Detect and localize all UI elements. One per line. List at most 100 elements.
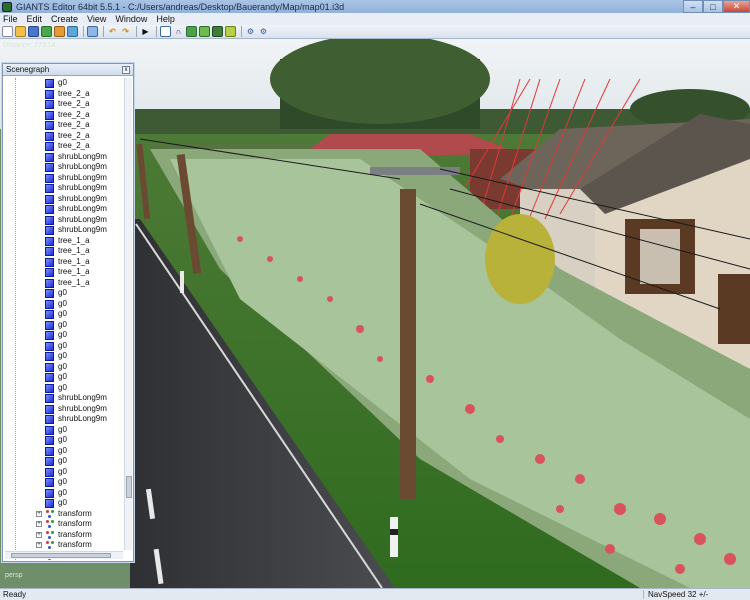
scenegraph-node-label: g0 [58, 298, 67, 308]
redo-icon[interactable]: ↷ [120, 26, 131, 37]
scenegraph-node[interactable]: + transform [5, 540, 122, 551]
scenegraph-node[interactable]: g0 [5, 372, 122, 383]
scenegraph-node[interactable]: g0 [5, 299, 122, 310]
scenegraph-node[interactable]: tree_2_a [5, 110, 122, 121]
select-icon[interactable] [160, 26, 171, 37]
scenegraph-vertical-scrollbar[interactable] [124, 78, 132, 550]
scenegraph-node[interactable]: g0 [5, 320, 122, 331]
shape-cube-icon [45, 247, 54, 256]
scenegraph-node[interactable]: g0 [5, 498, 122, 509]
options-icon[interactable]: ⚙ [245, 26, 256, 37]
close-button[interactable]: ✕ [723, 0, 750, 13]
scenegraph-node[interactable]: g0 [5, 477, 122, 488]
scenegraph-node[interactable]: tree_2_a [5, 141, 122, 152]
scenegraph-node[interactable]: g0 [5, 288, 122, 299]
expand-icon[interactable]: + [36, 531, 42, 538]
scenegraph-node[interactable]: shrubLong9m [5, 393, 122, 404]
scenegraph-node[interactable]: g0 [5, 425, 122, 436]
scenegraph-node[interactable]: shrubLong9m [5, 194, 122, 205]
scenegraph-node[interactable]: g0 [5, 467, 122, 478]
panel-float-button[interactable]: x [122, 66, 130, 74]
scenegraph-node[interactable]: + transform [5, 519, 122, 530]
undo-icon[interactable]: ↶ [107, 26, 118, 37]
expand-icon[interactable]: + [36, 521, 42, 527]
terrain-icon[interactable]: ∩ [173, 26, 184, 37]
transform-icon [45, 540, 55, 550]
menu-view[interactable]: View [87, 14, 106, 24]
scenegraph-node[interactable]: tree_1_a [5, 267, 122, 278]
shape-cube-icon [45, 289, 54, 298]
settings-icon[interactable] [87, 26, 98, 37]
new-file-icon[interactable] [2, 26, 13, 37]
scenegraph-node[interactable]: g0 [5, 488, 122, 499]
scenegraph-node[interactable]: tree_1_a [5, 278, 122, 289]
scenegraph-node[interactable]: g0 [5, 341, 122, 352]
import-icon[interactable] [67, 26, 78, 37]
menu-help[interactable]: Help [156, 14, 175, 24]
scenegraph-node[interactable]: shrubLong9m [5, 173, 122, 184]
scenegraph-node[interactable]: tree_2_a [5, 131, 122, 142]
scenegraph-node[interactable]: shrubLong9m [5, 215, 122, 226]
scenegraph-node[interactable]: shrubLong9m [5, 162, 122, 173]
scenegraph-node-label: shrubLong9m [58, 193, 107, 203]
scrollbar-thumb[interactable] [126, 476, 132, 498]
scenegraph-node[interactable]: shrubLong9m [5, 204, 122, 215]
scenegraph-node[interactable]: tree_1_a [5, 246, 122, 257]
reload-icon[interactable] [41, 26, 52, 37]
navigate-icon[interactable] [225, 26, 236, 37]
menu-edit[interactable]: Edit [27, 14, 43, 24]
scenegraph-node[interactable]: + transform [5, 530, 122, 541]
expand-icon[interactable]: + [36, 510, 42, 517]
place-icon[interactable] [212, 26, 223, 37]
scenegraph-title: Scenegraph [6, 65, 50, 74]
utility-pole [400, 189, 416, 499]
shape-cube-icon [45, 173, 54, 183]
foliage-icon[interactable] [199, 26, 210, 37]
minimize-button[interactable]: – [683, 0, 703, 13]
scenegraph-node-label: g0 [58, 445, 67, 455]
scenegraph-node-label: tree_1_a [58, 256, 90, 266]
scenegraph-node[interactable]: tree_2_a [5, 99, 122, 110]
toolbar-separator [156, 26, 157, 37]
scenegraph-node[interactable]: tree_1_a [5, 236, 122, 247]
scenegraph-node-label: shrubLong9m [58, 151, 107, 161]
scenegraph-node[interactable]: g0 [5, 362, 122, 373]
scenegraph-node[interactable]: tree_2_a [5, 120, 122, 131]
scenegraph-node[interactable]: shrubLong9m [5, 414, 122, 425]
maximize-button[interactable]: □ [703, 0, 723, 13]
scenegraph-horizontal-scrollbar[interactable] [5, 551, 123, 559]
scenegraph-node[interactable]: shrubLong9m [5, 404, 122, 415]
scenegraph-node[interactable]: g0 [5, 456, 122, 467]
scenegraph-node[interactable]: shrubLong9m [5, 183, 122, 194]
menu-file[interactable]: File [3, 14, 18, 24]
scenegraph-node[interactable]: g0 [5, 351, 122, 362]
scenegraph-node[interactable]: tree_2_a [5, 89, 122, 100]
save-icon[interactable] [28, 26, 39, 37]
shape-cube-icon [45, 383, 54, 393]
play-icon[interactable]: ▶ [140, 26, 151, 37]
export-icon[interactable] [54, 26, 65, 37]
paint-icon[interactable] [186, 26, 197, 37]
shape-cube-icon [45, 89, 54, 99]
scenegraph-node[interactable]: tree_1_a [5, 257, 122, 268]
shape-cube-icon [45, 488, 54, 498]
open-icon[interactable] [15, 26, 26, 37]
scenegraph-node[interactable]: g0 [5, 78, 122, 89]
options-icon[interactable]: ⚙ [258, 26, 269, 37]
menu-create[interactable]: Create [51, 14, 78, 24]
transform-icon [45, 519, 55, 529]
scenegraph-tree[interactable]: g0 tree_2_a tree_2_a tree_2_a tree_2_a tree_2… [5, 78, 131, 560]
scenegraph-node-label: g0 [58, 435, 67, 444]
scenegraph-node[interactable]: g0 [5, 330, 122, 341]
scenegraph-node[interactable]: g0 [5, 383, 122, 394]
scenegraph-node[interactable]: + transform [5, 509, 122, 520]
scrollbar-thumb[interactable] [11, 553, 111, 558]
menu-window[interactable]: Window [115, 14, 147, 24]
scenegraph-node[interactable]: g0 [5, 435, 122, 446]
scenegraph-node[interactable]: shrubLong9m [5, 152, 122, 163]
scenegraph-node[interactable]: shrubLong9m [5, 225, 122, 236]
scenegraph-node[interactable]: g0 [5, 446, 122, 457]
expand-icon[interactable]: + [36, 542, 42, 548]
scenegraph-node[interactable]: g0 [5, 309, 122, 320]
tree-list: g0 tree_2_a tree_2_a tree_2_a tree_2_a tree_2… [5, 78, 122, 560]
